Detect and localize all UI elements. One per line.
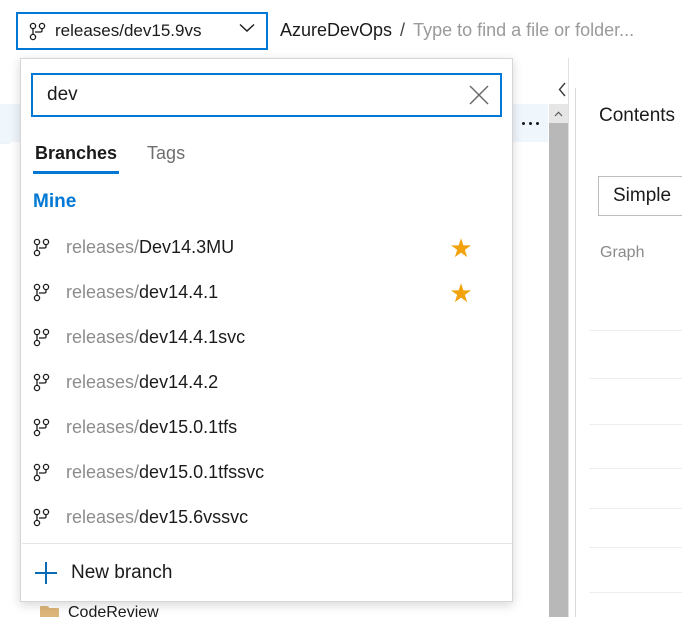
row-divider <box>589 547 682 548</box>
branch-icon <box>33 418 55 437</box>
branch-item-label: releases/dev14.4.2 <box>66 372 440 393</box>
branch-icon <box>29 22 46 41</box>
branch-item-label: releases/Dev14.3MU <box>66 237 440 258</box>
branch-item-name: dev15.6vssvc <box>139 507 249 527</box>
list-item[interactable]: CodeReview <box>40 604 159 617</box>
row-divider <box>589 508 682 509</box>
branch-item-name: dev14.4.1 <box>139 282 219 302</box>
branch-item-name: dev15.0.1tfs <box>139 417 238 437</box>
ellipsis-dot <box>535 121 539 125</box>
row-divider <box>589 468 682 469</box>
panel-divider <box>568 0 569 617</box>
page-scroll-up-button[interactable] <box>549 104 568 123</box>
chevron-down-icon <box>239 23 255 39</box>
branch-item-prefix: releases/ <box>66 462 140 482</box>
branch-list-region: Mine releases/Dev14.3MU ★ releases/dev14.… <box>22 181 512 564</box>
app-root: CodeReview Contents Simple Graph release… <box>0 0 682 617</box>
folder-icon <box>40 606 59 617</box>
branch-item-prefix: releases/ <box>66 417 140 437</box>
ellipsis-icon[interactable] <box>513 112 547 134</box>
view-mode-button[interactable]: Simple <box>598 176 682 216</box>
branch-search-box[interactable] <box>31 73 502 117</box>
branch-item-prefix: releases/ <box>66 237 140 257</box>
branch-icon <box>33 238 55 257</box>
branch-icon <box>33 283 55 302</box>
branch-item-prefix: releases/ <box>66 327 140 347</box>
favorite-star-icon[interactable]: ★ <box>440 235 482 261</box>
branch-list-item[interactable]: releases/dev15.6vssvc <box>22 495 482 540</box>
branch-list-item[interactable]: releases/dev14.4.1 ★ <box>22 270 482 315</box>
breadcrumb-separator: / <box>400 20 406 40</box>
branch-icon <box>33 373 55 392</box>
branch-item-name: Dev14.3MU <box>139 237 235 257</box>
file-search-placeholder[interactable]: Type to find a file or folder... <box>413 20 634 41</box>
new-branch-button[interactable]: New branch <box>22 543 512 601</box>
search-input[interactable] <box>33 75 458 115</box>
branch-picker-tabs: Branches Tags <box>33 137 187 174</box>
branch-item-label: releases/dev15.0.1tfssvc <box>66 462 440 483</box>
page-scrollbar[interactable] <box>549 104 568 617</box>
tab-tags[interactable]: Tags <box>145 137 187 174</box>
branch-list-scrollbar[interactable] <box>512 181 513 602</box>
contents-panel: Contents Simple Graph <box>576 88 682 617</box>
plus-icon <box>35 561 57 584</box>
new-branch-label: New branch <box>71 561 173 583</box>
row-divider <box>589 424 682 425</box>
breadcrumb: AzureDevOps / Type to find a file or fol… <box>280 20 634 41</box>
breadcrumb-repo[interactable]: AzureDevOps <box>280 20 392 41</box>
branch-item-name: dev14.4.1svc <box>139 327 246 347</box>
branch-list-item[interactable]: releases/dev14.4.2 <box>22 360 482 405</box>
branch-item-label: releases/dev14.4.1svc <box>66 327 440 348</box>
page-title: Contents <box>599 105 676 126</box>
top-bar: releases/dev15.9vs AzureDevOps / Type to… <box>0 0 682 58</box>
tab-branches[interactable]: Branches <box>33 137 120 174</box>
folder-item-label: CodeReview <box>68 604 159 617</box>
close-icon[interactable] <box>458 75 500 115</box>
branch-group-title: Mine <box>33 191 77 212</box>
branch-item-prefix: releases/ <box>66 507 140 527</box>
branch-item-label: releases/dev15.6vssvc <box>66 507 440 528</box>
branch-icon <box>33 328 55 347</box>
branch-item-label: releases/dev15.0.1tfs <box>66 417 440 438</box>
graph-column-header: Graph <box>600 244 645 261</box>
row-divider <box>589 592 682 593</box>
branch-list-item[interactable]: releases/Dev14.3MU ★ <box>22 225 482 270</box>
branch-picker-dropdown: Branches Tags Mine releases/Dev14.3MU★ r… <box>20 58 513 602</box>
branch-item-name: dev15.0.1tfssvc <box>139 462 265 482</box>
branch-item-name: dev14.4.2 <box>139 372 219 392</box>
favorite-star-icon[interactable]: ★ <box>440 280 482 306</box>
branch-list-item[interactable]: releases/dev15.0.1tfssvc <box>22 450 482 495</box>
branch-list-item[interactable]: releases/dev15.0.1tfs <box>22 405 482 450</box>
branch-list: releases/Dev14.3MU ★ releases/dev14.4.1 ★ … <box>22 225 482 564</box>
row-divider <box>589 330 682 331</box>
ellipsis-dot <box>521 121 525 125</box>
branch-list-item[interactable]: releases/dev14.4.1svc <box>22 315 482 360</box>
branch-selector-button[interactable]: releases/dev15.9vs <box>16 12 268 50</box>
branch-selector-label: releases/dev15.9vs <box>55 21 202 40</box>
branch-item-prefix: releases/ <box>66 372 140 392</box>
branch-item-label: releases/dev14.4.1 <box>66 282 440 303</box>
branch-icon <box>33 463 55 482</box>
ellipsis-dot <box>528 121 532 125</box>
row-divider <box>589 378 682 379</box>
chevron-left-icon[interactable] <box>552 78 572 100</box>
page-scroll-thumb[interactable] <box>549 123 568 617</box>
branch-icon <box>33 508 55 527</box>
branch-item-prefix: releases/ <box>66 282 140 302</box>
